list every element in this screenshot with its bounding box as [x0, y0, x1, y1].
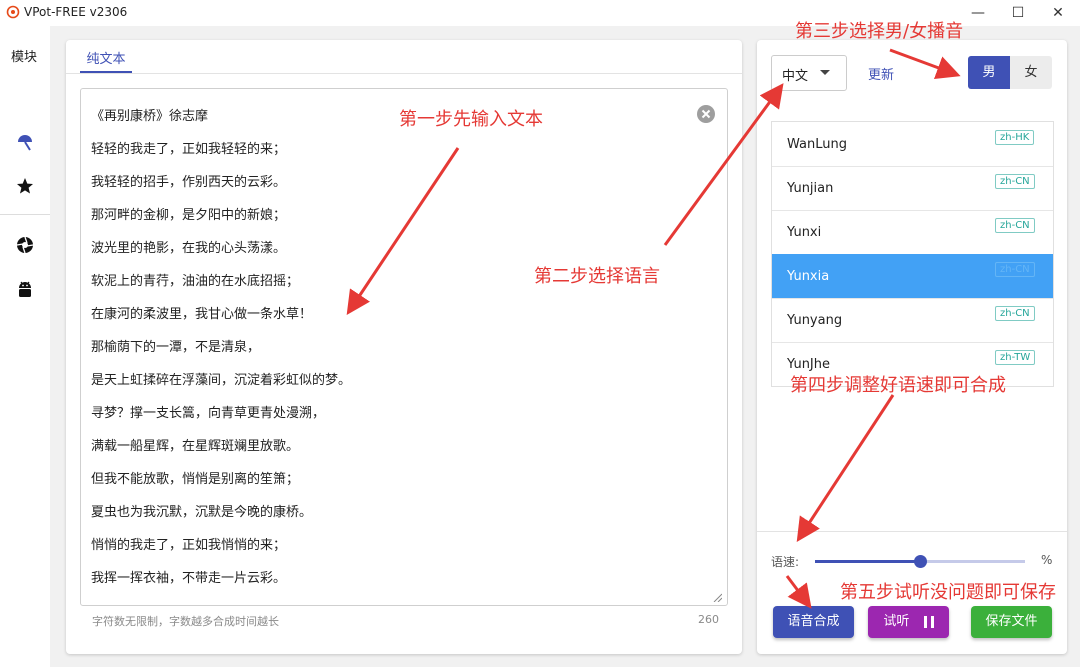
save-file-button-label: 保存文件 — [985, 614, 1038, 629]
voice-locale-badge: zh-CN — [995, 306, 1035, 321]
voice-name: Yunyang — [787, 313, 843, 328]
refresh-button[interactable]: 更新 — [868, 64, 894, 83]
gender-male-button[interactable]: 男 — [968, 56, 1010, 89]
annotation-step1: 第一步先输入文本 — [399, 109, 543, 130]
text-input-area[interactable]: 《再别康桥》徐志摩轻轻的我走了，正如我轻轻的来； 我轻轻的招手，作别西天的云彩。那… — [80, 88, 728, 606]
voice-name: Yunxia — [787, 269, 830, 284]
text-line: 是天上虹揉碎在浮藻间，沉淀着彩虹似的梦。 — [91, 373, 352, 388]
text-line: 波光里的艳影，在我的心头荡漾。 — [91, 241, 287, 256]
star-icon[interactable] — [15, 176, 35, 196]
text-line: 寻梦？撑一支长篙，向青草更青处漫溯， — [91, 406, 326, 421]
text-line: 那河畔的金柳，是夕阳中的新娘； — [91, 208, 287, 223]
speed-percent: % — [1041, 553, 1053, 567]
voice-settings-card: 中文 更新 男 女 WanLung zh-HK Yunjian zh-CN Yunxi z… — [757, 40, 1067, 654]
nav-modules-label: 模块 — [11, 50, 38, 65]
preview-button-label: 试听 — [883, 614, 910, 629]
voice-locale-badge: zh-CN — [995, 174, 1035, 189]
text-line: 但我不能放歌，悄悄是别离的笙箫； — [91, 472, 300, 487]
android-icon[interactable] — [15, 279, 35, 299]
speed-slider-fill — [815, 560, 920, 563]
minimize-button[interactable]: — — [958, 2, 998, 24]
text-line: 那榆荫下的一潭，不是清泉， — [91, 340, 261, 355]
voice-list-item[interactable]: Yunjian zh-CN — [772, 166, 1053, 211]
close-window-button[interactable]: ✕ — [1038, 2, 1078, 24]
text-line: 轻轻的我走了，正如我轻轻的来； — [91, 142, 287, 157]
voice-locale-badge: zh-CN — [995, 218, 1035, 233]
text-line: 满载一船星辉，在星辉斑斓里放歌。 — [91, 439, 300, 454]
text-line: 夏虫也为我沉默，沉默是今晚的康桥。 — [91, 505, 313, 520]
voice-locale-badge: zh-TW — [995, 350, 1036, 365]
speed-slider-thumb[interactable] — [914, 555, 927, 568]
text-line: 悄悄的我走了，正如我悄悄的来； — [91, 538, 287, 553]
voice-name: Yunxi — [787, 225, 822, 240]
text-line: 软泥上的青荇，油油的在水底招摇； — [91, 274, 300, 289]
preview-button[interactable]: 试听 — [868, 606, 949, 638]
synthesize-button-label: 语音合成 — [787, 614, 840, 629]
tab-divider — [66, 73, 742, 74]
speed-slider[interactable] — [815, 555, 1025, 568]
text-line: 《再别康桥》徐志摩 — [91, 109, 209, 124]
char-count: 260 — [698, 613, 719, 626]
text-line: 我轻轻的招手，作别西天的云彩。 — [91, 175, 287, 190]
voice-name: YunJhe — [787, 357, 830, 372]
text-line: 在康河的柔波里，我甘心做一条水草！ — [91, 307, 313, 322]
annotation-step3: 第三步选择男/女播音 — [795, 21, 964, 42]
language-value: 中文 — [782, 69, 809, 84]
voice-name: Yunjian — [787, 181, 834, 196]
annotation-step2: 第二步选择语言 — [534, 266, 660, 287]
text-line: 我挥一挥衣袖，不带走一片云彩。 — [91, 571, 287, 586]
synthesize-button[interactable]: 语音合成 — [773, 606, 854, 638]
pause-icon — [923, 615, 934, 628]
aperture-icon[interactable] — [15, 235, 35, 255]
voice-list-item[interactable]: Yunyang zh-CN — [772, 298, 1053, 343]
maximize-button[interactable]: ☐ — [998, 2, 1038, 24]
language-select[interactable]: 中文 — [771, 55, 847, 91]
save-file-button[interactable]: 保存文件 — [971, 606, 1052, 638]
tab-plain-text[interactable]: 纯文本 — [80, 48, 132, 67]
nav-divider — [0, 214, 50, 215]
left-nav: 模块 — [0, 26, 50, 667]
gender-toggle: 男 女 — [968, 56, 1052, 89]
umbrella-icon[interactable] — [15, 133, 35, 153]
annotation-step5: 第五步试听没问题即可保存 — [840, 582, 1056, 603]
resize-handle-icon[interactable] — [712, 592, 722, 602]
app-logo-icon — [6, 5, 20, 19]
voice-list-item[interactable]: WanLung zh-HK — [772, 122, 1053, 167]
text-editor-card: 纯文本 《再别康桥》徐志摩轻轻的我走了，正如我轻轻的来； 我轻轻的招手，作别西天的… — [66, 40, 742, 654]
voice-list: WanLung zh-HK Yunjian zh-CN Yunxi zh-CN Yunxia… — [771, 121, 1054, 387]
char-limit-hint: 字符数无限制，字数越多合成时间越长 — [92, 615, 279, 628]
clear-text-icon[interactable] — [696, 104, 716, 124]
window-title: VPot-FREE v2306 — [24, 5, 128, 19]
speed-label: 语速: — [771, 555, 800, 569]
annotation-step4: 第四步调整好语速即可合成 — [790, 375, 1006, 396]
gender-female-button[interactable]: 女 — [1010, 56, 1052, 89]
chevron-down-icon — [820, 70, 830, 75]
settings-divider — [757, 531, 1067, 532]
voice-list-item[interactable]: Yunxia zh-CN — [772, 254, 1053, 299]
voice-locale-badge: zh-CN — [995, 262, 1035, 277]
voice-name: WanLung — [787, 137, 847, 152]
voice-locale-badge: zh-HK — [995, 130, 1035, 145]
voice-list-item[interactable]: Yunxi zh-CN — [772, 210, 1053, 255]
